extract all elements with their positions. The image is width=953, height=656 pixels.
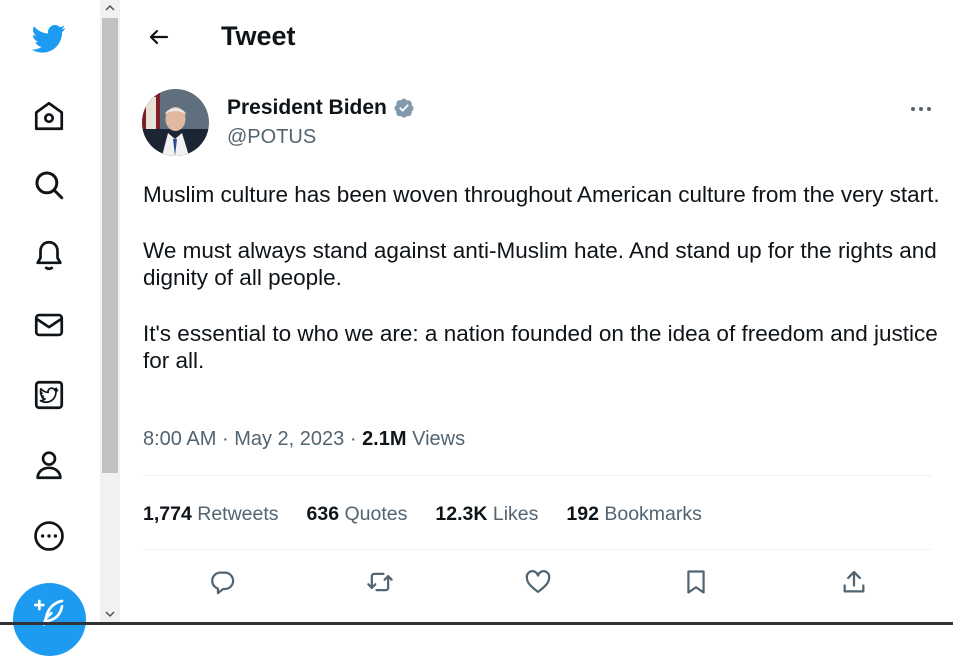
notifications-icon[interactable] — [29, 235, 69, 275]
bookmark-button[interactable] — [674, 560, 718, 604]
likes-stat[interactable]: 12.3K Likes — [435, 503, 538, 526]
page-title: Tweet — [221, 21, 296, 51]
explore-icon[interactable] — [29, 165, 69, 205]
back-button[interactable] — [142, 20, 176, 54]
ellipsis-horizontal-icon — [911, 107, 931, 111]
scroll-thumb[interactable] — [102, 18, 118, 473]
twitter-blue-icon[interactable] — [29, 375, 69, 415]
author-handle[interactable]: @POTUS — [227, 126, 316, 149]
scrollbar[interactable] — [100, 0, 120, 625]
tweet-paragraph: We must always stand against anti-Muslim… — [143, 237, 937, 291]
compose-tweet-button[interactable] — [13, 583, 86, 656]
arrow-left-icon — [149, 29, 169, 45]
tweet-actions — [120, 560, 953, 608]
retweet-button[interactable] — [358, 560, 402, 604]
scroll-down-arrow-icon[interactable] — [100, 606, 120, 622]
meta-separator: · — [349, 428, 357, 450]
views-label: Views — [412, 428, 466, 450]
bookmarks-stat[interactable]: 192 Bookmarks — [566, 503, 702, 526]
bookmarks-label: Bookmarks — [604, 503, 702, 525]
retweet-icon — [367, 572, 393, 592]
profile-icon[interactable] — [29, 445, 69, 485]
left-nav — [0, 0, 100, 656]
share-button[interactable] — [832, 560, 876, 604]
quotes-stat[interactable]: 636 Quotes — [307, 503, 408, 526]
reply-icon — [211, 571, 235, 595]
tweet-paragraph: It's essential to who we are: a nation f… — [143, 320, 938, 374]
retweets-stat[interactable]: 1,774 Retweets — [143, 503, 279, 526]
share-icon — [843, 570, 865, 593]
scroll-up-arrow-icon[interactable] — [100, 0, 120, 16]
like-icon — [525, 570, 551, 594]
divider — [142, 549, 932, 550]
likes-label: Likes — [492, 503, 539, 525]
more-menu-icon[interactable] — [29, 516, 69, 556]
author-display-name[interactable]: President Biden — [227, 96, 387, 120]
bookmarks-count: 192 — [566, 503, 599, 525]
likes-count: 12.3K — [435, 503, 488, 525]
tweet-text: Muslim culture has been woven throughout… — [143, 181, 943, 403]
engagement-stats: 1,774 Retweets 636 Quotes 12.3K Likes 19… — [143, 503, 702, 526]
avatar[interactable] — [142, 89, 209, 156]
like-button[interactable] — [516, 560, 560, 604]
quotes-count: 636 — [306, 503, 340, 525]
retweets-count: 1,774 — [143, 503, 192, 525]
twitter-logo-icon[interactable] — [29, 18, 69, 58]
quotes-label: Quotes — [344, 503, 408, 525]
retweets-label: Retweets — [197, 503, 279, 525]
tweet-more-button[interactable] — [903, 96, 939, 122]
messages-icon[interactable] — [29, 305, 69, 345]
meta-separator: · — [221, 428, 229, 450]
views-count: 2.1M — [362, 428, 407, 450]
verified-badge-icon — [394, 98, 414, 118]
page-header: Tweet — [120, 0, 953, 75]
tweet-time[interactable]: 8:00 AM — [143, 428, 216, 450]
divider — [142, 475, 932, 476]
author-name[interactable]: President Biden — [227, 96, 415, 120]
bookmark-icon — [687, 570, 705, 594]
tweet-date[interactable]: May 2, 2023 — [234, 428, 344, 450]
main-column: Tweet President Biden @POTUS Muslim cult… — [120, 0, 953, 625]
tweet-meta: 8:00 AM · May 2, 2023 · 2.1M Views — [143, 428, 465, 451]
reply-button[interactable] — [200, 560, 244, 604]
home-icon[interactable] — [29, 96, 69, 136]
tweet-paragraph: Muslim culture has been woven throughout… — [143, 182, 940, 207]
